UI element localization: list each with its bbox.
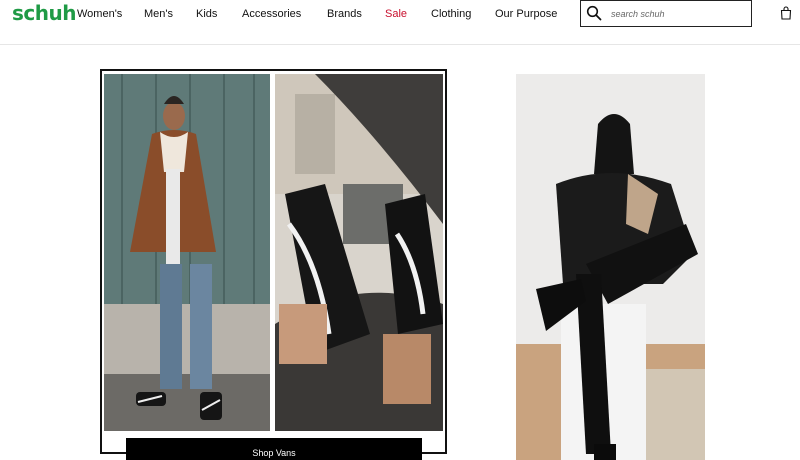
schuh-logo[interactable]: schuh bbox=[12, 1, 76, 25]
nav-clothing[interactable]: Clothing bbox=[431, 8, 471, 20]
woman-in-leather-jacket-photo[interactable] bbox=[516, 74, 705, 460]
header-divider bbox=[0, 44, 800, 45]
search-box[interactable] bbox=[580, 0, 752, 27]
man-in-shearling-jacket-photo[interactable] bbox=[104, 74, 270, 431]
nav-accessories[interactable]: Accessories bbox=[242, 8, 301, 20]
shop-vans-button[interactable]: Shop Vans bbox=[126, 438, 422, 460]
vans-shoes-on-dashboard-photo[interactable] bbox=[275, 74, 443, 431]
site-header: schuh Women's Men's Kids Accessories Bra… bbox=[0, 0, 800, 30]
search-input[interactable] bbox=[611, 5, 746, 22]
nav-brands[interactable]: Brands bbox=[327, 8, 362, 20]
nav-mens[interactable]: Men's bbox=[144, 8, 173, 20]
nav-sale[interactable]: Sale bbox=[385, 8, 407, 20]
search-icon[interactable] bbox=[586, 5, 602, 21]
nav-kids[interactable]: Kids bbox=[196, 8, 217, 20]
shopping-bag-icon[interactable] bbox=[780, 6, 792, 20]
nav-womens[interactable]: Women's bbox=[77, 8, 122, 20]
nav-our-purpose[interactable]: Our Purpose bbox=[495, 8, 557, 20]
